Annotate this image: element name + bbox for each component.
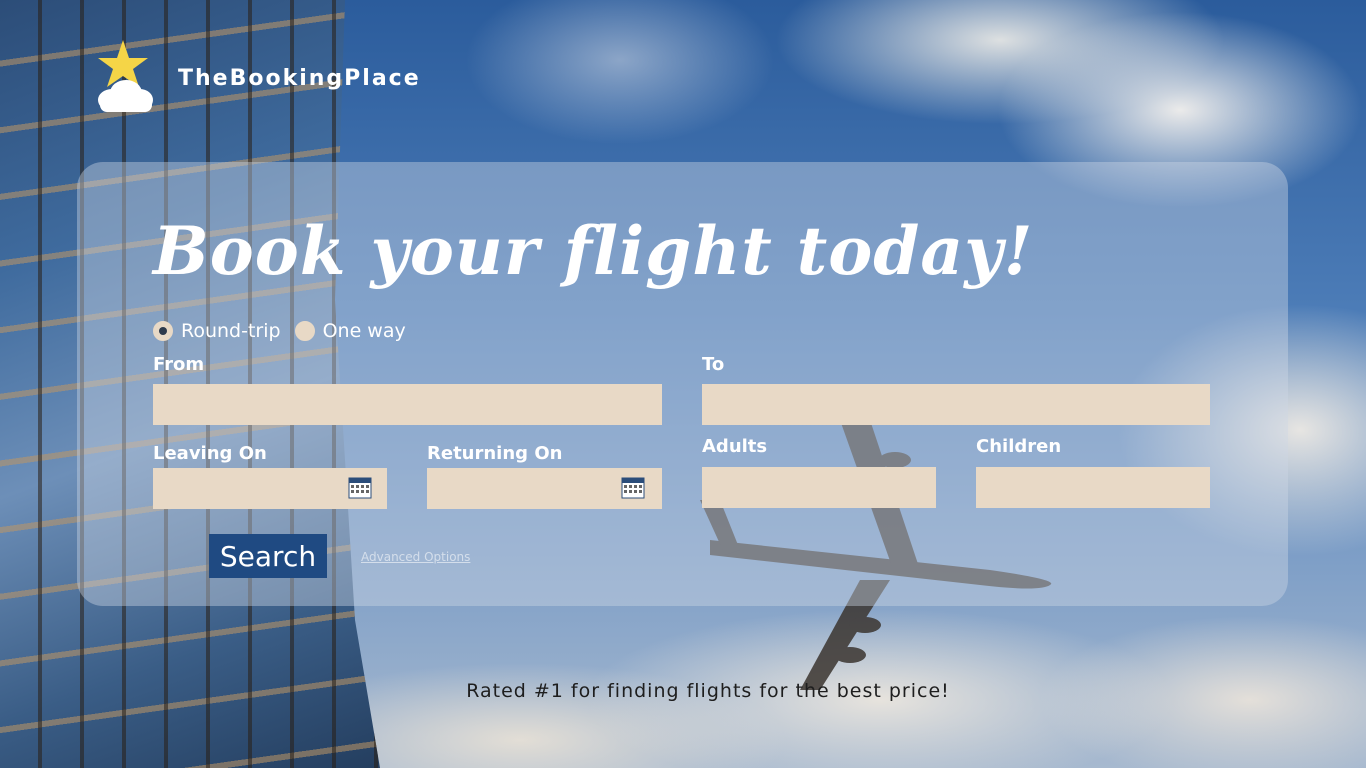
brand-header[interactable]: TheBookingPlace: [94, 38, 421, 118]
trip-type-group: Round-trip One way: [153, 320, 420, 342]
round-trip-label[interactable]: Round-trip: [181, 320, 281, 342]
from-label: From: [153, 354, 205, 375]
to-label: To: [702, 354, 725, 375]
tagline: Rated #1 for finding flights for the bes…: [466, 680, 950, 702]
leaving-on-label: Leaving On: [153, 443, 267, 464]
search-button[interactable]: Search: [209, 534, 327, 578]
page-title: Book your flight today!: [153, 212, 1034, 290]
brand-name: TheBookingPlace: [178, 65, 421, 91]
star-cloud-logo-icon: [94, 38, 156, 118]
advanced-options-link[interactable]: Advanced Options: [361, 550, 470, 564]
returning-on-label: Returning On: [427, 443, 563, 464]
one-way-label[interactable]: One way: [323, 320, 406, 342]
calendar-icon[interactable]: [621, 475, 645, 499]
one-way-radio[interactable]: [294, 321, 315, 341]
round-trip-radio[interactable]: [153, 321, 173, 341]
children-input[interactable]: [976, 467, 1210, 508]
calendar-icon[interactable]: [348, 475, 372, 499]
adults-label: Adults: [702, 436, 768, 457]
adults-input[interactable]: [702, 467, 936, 508]
to-input[interactable]: [702, 384, 1210, 425]
children-label: Children: [976, 436, 1062, 457]
from-input[interactable]: [153, 384, 662, 425]
